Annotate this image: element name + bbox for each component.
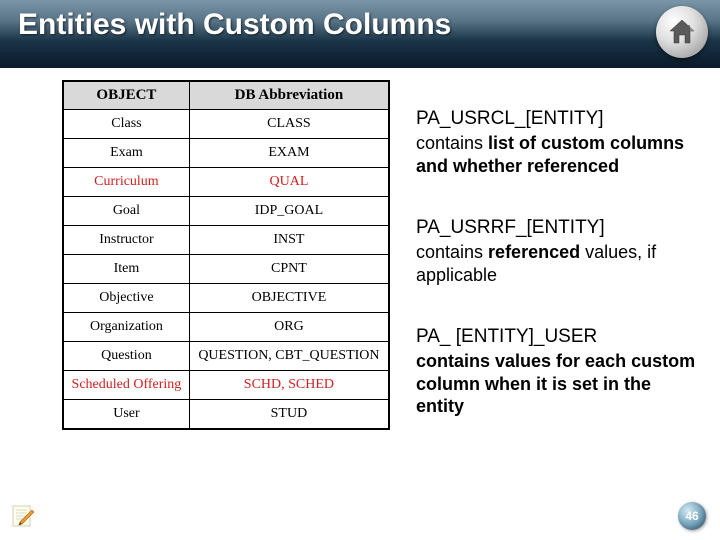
slide-title: Entities with Custom Columns [18,8,451,42]
table-row: Scheduled OfferingSCHD, SCHED [63,371,389,400]
table-row: OrganizationORG [63,313,389,342]
cell-object: Curriculum [63,168,189,197]
table-row: ClassCLASS [63,110,389,139]
cell-object: Item [63,255,189,284]
cell-abbr: OBJECTIVE [189,284,389,313]
cell-object: Question [63,342,189,371]
cell-object: Exam [63,139,189,168]
table-header-object: OBJECT [63,81,189,110]
cell-object: Goal [63,197,189,226]
cell-abbr: QUESTION, CBT_QUESTION [189,342,389,371]
info-body: contains referenced values, if applicabl… [416,241,702,286]
cell-object: Objective [63,284,189,313]
cell-abbr: QUAL [189,168,389,197]
info-body-bold: referenced [488,242,580,262]
info-column: PA_USRCL_[ENTITY] contains list of custo… [416,80,702,430]
info-title: PA_USRRF_[ENTITY] [416,217,702,239]
edit-notes-icon[interactable] [10,502,36,528]
info-body-bold: contains values for each custom column w… [416,351,695,416]
page-number-badge: 46 [678,502,706,530]
cell-object: User [63,400,189,430]
table-row: UserSTUD [63,400,389,430]
table-row: GoalIDP_GOAL [63,197,389,226]
cell-abbr: CLASS [189,110,389,139]
info-title: PA_ [ENTITY]_USER [416,326,702,348]
table-row: QuestionQUESTION, CBT_QUESTION [63,342,389,371]
table-row: ExamEXAM [63,139,389,168]
table-row: CurriculumQUAL [63,168,389,197]
cell-abbr: STUD [189,400,389,430]
info-body: contains list of custom columns and whet… [416,132,702,177]
cell-abbr: CPNT [189,255,389,284]
cell-object: Organization [63,313,189,342]
table-row: InstructorINST [63,226,389,255]
table-row: ItemCPNT [63,255,389,284]
page-number: 46 [685,509,698,523]
info-title: PA_USRCL_[ENTITY] [416,108,702,130]
cell-object: Scheduled Offering [63,371,189,400]
info-body-pre: contains [416,242,488,262]
slide-header: Entities with Custom Columns [0,0,720,68]
cell-abbr: SCHD, SCHED [189,371,389,400]
cell-object: Instructor [63,226,189,255]
cell-abbr: EXAM [189,139,389,168]
table-row: ObjectiveOBJECTIVE [63,284,389,313]
slide-body: OBJECT DB Abbreviation ClassCLASSExamEXA… [0,68,720,430]
info-body: contains values for each custom column w… [416,350,702,418]
table-header-row: OBJECT DB Abbreviation [63,81,389,110]
cell-abbr: IDP_GOAL [189,197,389,226]
info-block-entity-user: PA_ [ENTITY]_USER contains values for ea… [416,326,702,418]
home-button[interactable] [656,6,708,58]
info-block-usrrf: PA_USRRF_[ENTITY] contains referenced va… [416,217,702,286]
home-icon [656,6,708,58]
info-body-pre: contains [416,133,488,153]
cell-object: Class [63,110,189,139]
entity-table-container: OBJECT DB Abbreviation ClassCLASSExamEXA… [62,80,390,430]
table-header-abbr: DB Abbreviation [189,81,389,110]
cell-abbr: INST [189,226,389,255]
cell-abbr: ORG [189,313,389,342]
info-block-usrcl: PA_USRCL_[ENTITY] contains list of custo… [416,108,702,177]
entity-table: OBJECT DB Abbreviation ClassCLASSExamEXA… [62,80,390,430]
